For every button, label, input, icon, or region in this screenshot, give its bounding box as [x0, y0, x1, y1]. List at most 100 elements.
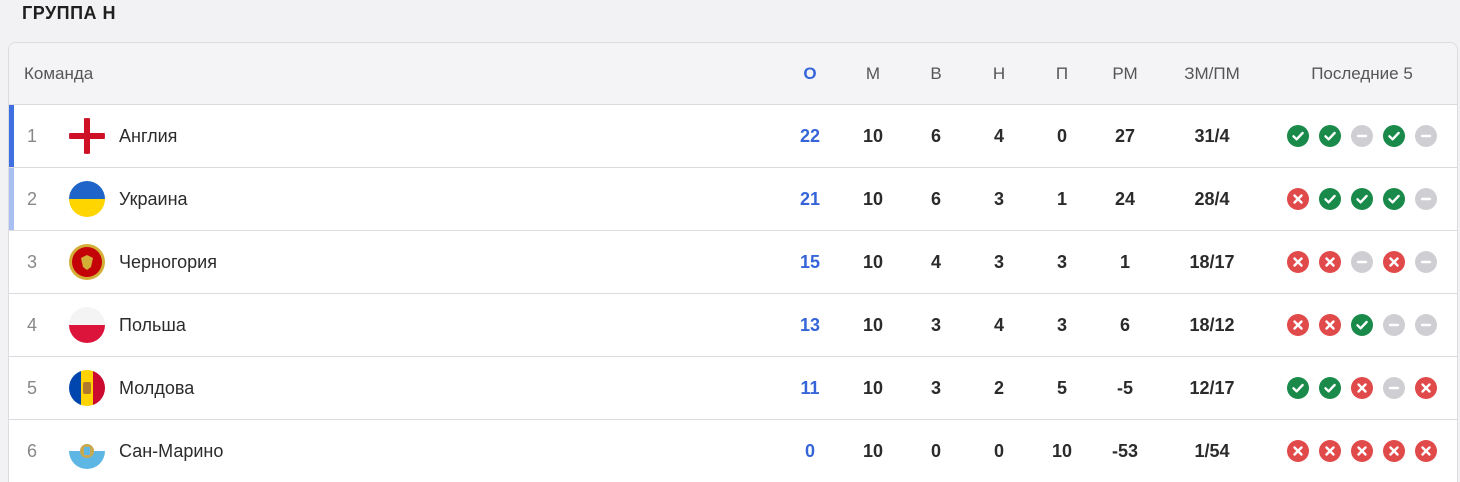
header-goal-diff[interactable]: РМ	[1095, 43, 1155, 104]
montenegro-flag-icon	[67, 231, 107, 293]
table-row[interactable]: 5 Молдова 11 10 3 2 5 -5 12/17	[9, 357, 1457, 420]
loss-cross-icon[interactable]	[1287, 440, 1309, 462]
points-value: 15	[799, 251, 821, 272]
draw-dash-icon[interactable]	[1415, 251, 1437, 273]
goal-diff-value: -5	[1116, 377, 1133, 398]
goal-diff-value: -53	[1111, 440, 1138, 461]
team-name[interactable]: Черногория	[119, 231, 217, 293]
table-header: Команда О М В Н П РМ ЗМ/ПМ Последние 5	[9, 43, 1457, 105]
loss-cross-icon[interactable]	[1287, 314, 1309, 336]
group-title: ГРУППА H	[22, 3, 117, 23]
won-value: 0	[930, 440, 941, 461]
drawn-value: 0	[993, 440, 1004, 461]
lost-value: 5	[1056, 377, 1067, 398]
win-check-icon[interactable]	[1287, 125, 1309, 147]
win-check-icon[interactable]	[1287, 377, 1309, 399]
qualification-marker	[9, 168, 14, 230]
won-value: 4	[930, 251, 941, 272]
loss-cross-icon[interactable]	[1287, 251, 1309, 273]
team-name[interactable]: Украина	[119, 168, 188, 230]
win-check-icon[interactable]	[1383, 188, 1405, 210]
header-won[interactable]: В	[906, 43, 966, 104]
win-check-icon[interactable]	[1383, 125, 1405, 147]
goals-value: 28/4	[1194, 188, 1230, 209]
won-value: 3	[930, 377, 941, 398]
points-value: 21	[799, 188, 821, 209]
table-row[interactable]: 1 Англия 22 10 6 4 0 27 31/4	[9, 105, 1457, 168]
won-value: 6	[930, 188, 941, 209]
drawn-value: 3	[993, 188, 1004, 209]
draw-dash-icon[interactable]	[1351, 125, 1373, 147]
row-position: 5	[26, 377, 37, 398]
standings-table: Команда О М В Н П РМ ЗМ/ПМ Последние 5 1…	[8, 42, 1458, 482]
points-value: 22	[799, 125, 821, 146]
lost-value: 3	[1056, 314, 1067, 335]
points-value: 0	[804, 440, 815, 461]
header-points[interactable]: О	[780, 43, 840, 104]
goal-diff-value: 27	[1114, 125, 1136, 146]
loss-cross-icon[interactable]	[1415, 377, 1437, 399]
draw-dash-icon[interactable]	[1415, 188, 1437, 210]
team-name[interactable]: Молдова	[119, 357, 194, 419]
loss-cross-icon[interactable]	[1319, 251, 1341, 273]
goals-value: 31/4	[1194, 125, 1230, 146]
goal-diff-value: 24	[1114, 188, 1136, 209]
header-goals[interactable]: ЗМ/ПМ	[1159, 43, 1265, 104]
moldova-flag-icon	[67, 357, 107, 419]
draw-dash-icon[interactable]	[1383, 314, 1405, 336]
poland-flag-icon	[67, 294, 107, 356]
drawn-value: 2	[993, 377, 1004, 398]
row-position: 4	[26, 314, 37, 335]
win-check-icon[interactable]	[1319, 377, 1341, 399]
loss-cross-icon[interactable]	[1319, 314, 1341, 336]
team-name[interactable]: Польша	[119, 294, 186, 356]
played-value: 10	[862, 125, 884, 146]
win-check-icon[interactable]	[1351, 188, 1373, 210]
goal-diff-value: 6	[1119, 314, 1130, 335]
draw-dash-icon[interactable]	[1383, 377, 1405, 399]
loss-cross-icon[interactable]	[1351, 377, 1373, 399]
won-value: 6	[930, 125, 941, 146]
loss-cross-icon[interactable]	[1351, 440, 1373, 462]
goals-value: 12/17	[1189, 377, 1235, 398]
last5-form	[1287, 357, 1437, 419]
san-marino-flag-icon	[67, 420, 107, 482]
win-check-icon[interactable]	[1351, 314, 1373, 336]
draw-dash-icon[interactable]	[1351, 251, 1373, 273]
last5-form	[1287, 420, 1437, 482]
table-row[interactable]: 2 Украина 21 10 6 3 1 24 28/4	[9, 168, 1457, 231]
draw-dash-icon[interactable]	[1415, 314, 1437, 336]
team-name[interactable]: Сан-Марино	[119, 420, 223, 482]
team-name[interactable]: Англия	[119, 105, 177, 167]
header-last5: Последние 5	[1311, 63, 1413, 83]
goals-value: 18/17	[1189, 251, 1235, 272]
lost-value: 3	[1056, 251, 1067, 272]
last5-form	[1287, 294, 1437, 356]
loss-cross-icon[interactable]	[1415, 440, 1437, 462]
points-value: 13	[799, 314, 821, 335]
row-position: 1	[26, 125, 37, 146]
loss-cross-icon[interactable]	[1319, 440, 1341, 462]
ukraine-flag-icon	[67, 168, 107, 230]
table-row[interactable]: 4 Польша 13 10 3 4 3 6 18/12	[9, 294, 1457, 357]
points-value: 11	[800, 377, 820, 398]
table-row[interactable]: 6 Сан-Марино 0 10 0 0 10 -53 1/54	[9, 420, 1457, 482]
qualification-marker	[9, 105, 14, 167]
lost-value: 10	[1051, 440, 1073, 461]
row-position: 3	[26, 251, 37, 272]
win-check-icon[interactable]	[1319, 188, 1341, 210]
loss-cross-icon[interactable]	[1383, 440, 1405, 462]
draw-dash-icon[interactable]	[1415, 125, 1437, 147]
header-drawn[interactable]: Н	[969, 43, 1029, 104]
played-value: 10	[862, 188, 884, 209]
loss-cross-icon[interactable]	[1383, 251, 1405, 273]
played-value: 10	[862, 440, 884, 461]
header-team[interactable]: Команда	[24, 43, 93, 104]
header-played[interactable]: М	[843, 43, 903, 104]
played-value: 10	[862, 377, 884, 398]
win-check-icon[interactable]	[1319, 125, 1341, 147]
table-row[interactable]: 3 Черногория 15 10 4 3 3 1 18/17	[9, 231, 1457, 294]
header-lost[interactable]: П	[1032, 43, 1092, 104]
played-value: 10	[862, 251, 884, 272]
loss-cross-icon[interactable]	[1287, 188, 1309, 210]
